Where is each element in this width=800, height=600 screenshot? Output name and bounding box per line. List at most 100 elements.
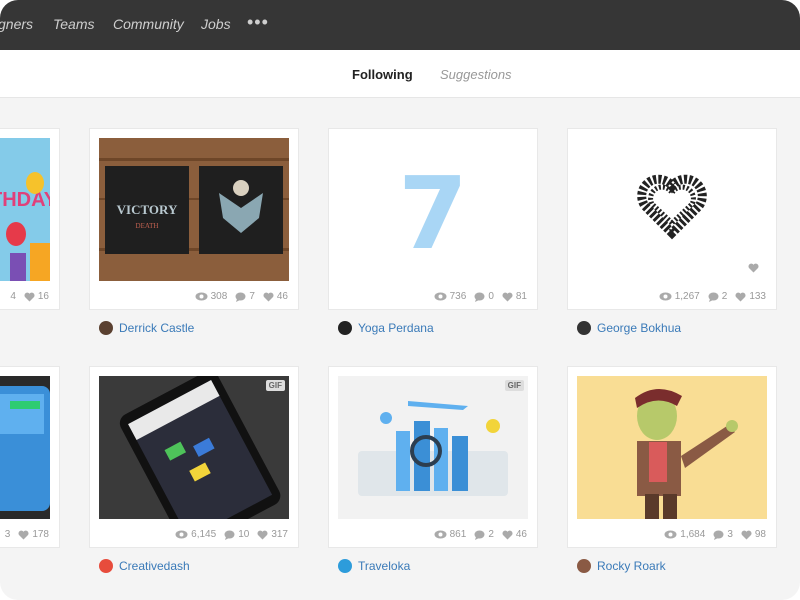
shot-thumbnail[interactable]: VICTORY DEATH <box>99 138 289 281</box>
nav-teams-link[interactable]: Teams <box>53 16 95 32</box>
comment-icon <box>474 530 485 540</box>
avatar <box>577 321 591 335</box>
shot-thumbnail[interactable]: GIF <box>99 376 289 519</box>
shot-stats: 861 2 46 <box>434 529 527 540</box>
top-nav: gners Teams Community Jobs ••• <box>0 0 800 50</box>
tab-suggestions[interactable]: Suggestions <box>440 67 512 82</box>
comments-count: 10 <box>238 529 250 540</box>
heart-icon <box>735 292 746 301</box>
phone-dark-artwork <box>99 376 289 519</box>
author-link[interactable]: Creativedash <box>99 559 190 573</box>
comment-icon <box>708 292 719 302</box>
comment-icon <box>235 292 246 302</box>
eye-icon <box>434 530 447 539</box>
comment-icon <box>474 292 485 302</box>
shot-thumbnail[interactable] <box>577 376 767 519</box>
comments-count: 2 <box>721 291 728 302</box>
heart-icon <box>257 530 268 539</box>
shot-stats: 308 7 46 <box>195 291 288 302</box>
views-count: 6,145 <box>191 529 217 540</box>
tab-following[interactable]: Following <box>352 67 413 82</box>
svg-text:DEATH: DEATH <box>136 222 159 230</box>
heart-icon <box>24 292 35 301</box>
heart-icon <box>502 530 513 539</box>
views-count: 861 <box>449 529 467 540</box>
shot-stats: 736 0 81 <box>434 291 527 302</box>
eye-icon <box>434 292 447 301</box>
heart-icon <box>502 292 513 301</box>
author-name[interactable]: George Bokhua <box>597 321 681 335</box>
travel-city-artwork <box>338 376 528 519</box>
seven-artwork: 7 <box>338 138 528 281</box>
shot-stats: 1,267 2 133 <box>659 291 766 302</box>
svg-text:7: 7 <box>398 155 468 272</box>
author-name[interactable]: Derrick Castle <box>119 321 194 335</box>
likes-count: 46 <box>276 291 288 302</box>
shot-card-traveloka[interactable]: GIF 861 2 46 <box>328 366 538 548</box>
shot-stats: 4 16 <box>10 291 49 302</box>
likes-count: 46 <box>515 529 527 540</box>
eye-icon <box>664 530 677 539</box>
eye-icon <box>175 530 188 539</box>
eye-icon <box>659 292 672 301</box>
page-frame: gners Teams Community Jobs ••• Following… <box>0 0 800 600</box>
likes-count: 178 <box>32 529 49 540</box>
nav-jobs-link[interactable]: Jobs <box>201 16 231 32</box>
avatar <box>338 559 352 573</box>
views-count: 308 <box>210 291 228 302</box>
likes-count: 16 <box>37 291 49 302</box>
shot-card-zombie[interactable]: 1,684 3 98 <box>567 366 777 548</box>
shot-thumbnail[interactable] <box>0 376 50 519</box>
comments-count: 7 <box>249 291 255 302</box>
shot-card-phone-dark[interactable]: GIF 6,145 10 317 <box>89 366 299 548</box>
author-name[interactable]: Traveloka <box>358 559 410 573</box>
likes-count: 133 <box>749 291 766 302</box>
comment-icon <box>224 530 235 540</box>
views-count: 4 <box>10 291 16 302</box>
comments-count: 3 <box>727 529 733 540</box>
heart-icon <box>263 292 274 301</box>
views-count: 1,267 <box>674 291 700 302</box>
gif-badge: GIF <box>504 380 524 391</box>
author-link[interactable]: George Bokhua <box>577 321 681 335</box>
likes-count: 98 <box>754 529 766 540</box>
comments-count: 2 <box>488 529 494 540</box>
svg-text:THDAY: THDAY <box>0 189 50 211</box>
shot-card-phone-blue[interactable]: 3 178 <box>0 366 60 548</box>
shot-card-seven[interactable]: 7 736 0 81 <box>328 128 538 310</box>
shot-card-birthday[interactable]: THDAY 4 16 <box>0 128 60 310</box>
shot-card-victory[interactable]: VICTORY DEATH 308 7 46 <box>89 128 299 310</box>
avatar <box>338 321 352 335</box>
avatar <box>99 321 113 335</box>
heart-icon <box>741 530 752 539</box>
shot-stats: 3 178 <box>5 529 49 540</box>
author-name[interactable]: Rocky Roark <box>597 559 666 573</box>
eye-icon <box>195 292 208 301</box>
nav-community-link[interactable]: Community <box>113 16 184 32</box>
heart-icon[interactable] <box>748 263 759 273</box>
author-link[interactable]: Yoga Perdana <box>338 321 434 335</box>
shot-stats: 1,684 3 98 <box>664 529 766 540</box>
shot-thumbnail[interactable]: 7 <box>338 138 528 281</box>
author-link[interactable]: Derrick Castle <box>99 321 194 335</box>
birthday-artwork: THDAY <box>0 138 50 281</box>
likes-count: 317 <box>271 529 288 540</box>
more-menu-icon[interactable]: ••• <box>247 12 269 33</box>
comment-icon <box>713 530 724 540</box>
views-count: 1,684 <box>680 529 706 540</box>
author-name[interactable]: Creativedash <box>119 559 190 573</box>
shot-thumbnail[interactable]: THDAY <box>0 138 50 281</box>
author-name[interactable]: Yoga Perdana <box>358 321 434 335</box>
author-link[interactable]: Traveloka <box>338 559 410 573</box>
avatar <box>577 559 591 573</box>
shot-card-heart[interactable]: 1,267 2 133 <box>567 128 777 310</box>
shot-thumbnail[interactable]: GIF <box>338 376 528 519</box>
heart-maze-artwork <box>577 138 767 281</box>
nav-designers-link[interactable]: gners <box>0 16 33 32</box>
views-count: 3 <box>4 529 11 540</box>
author-link[interactable]: Rocky Roark <box>577 559 666 573</box>
phone-app-artwork <box>0 376 50 519</box>
shot-thumbnail[interactable] <box>577 138 767 281</box>
views-count: 736 <box>449 291 467 302</box>
shot-stats: 6,145 10 317 <box>175 529 288 540</box>
